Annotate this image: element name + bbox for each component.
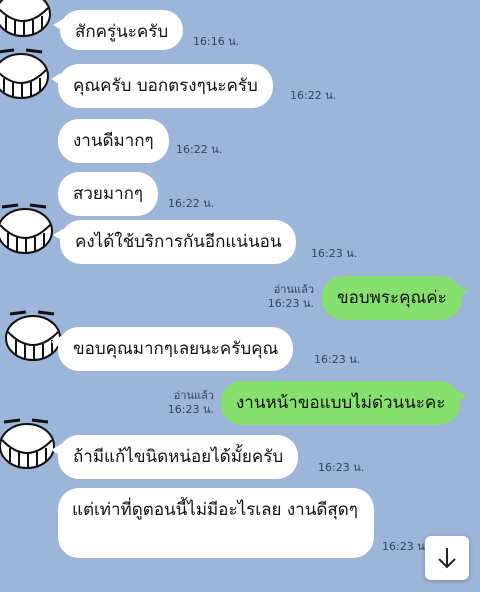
message-bubble[interactable]: คงได้ใช้บริการกันอีกแน่นอน [52, 220, 297, 264]
message-time: 16:23 น. [318, 461, 365, 474]
arrow-down-icon [438, 548, 456, 569]
message-bubble[interactable]: แต่เท่าที่ดูตอนนี้ไม่มีอะไรเลย งานดีสุดๆ [58, 488, 374, 558]
chat-area[interactable]: สักครู่นะครับ 16:16 น. คุณครับ บอกตรงๆนะ… [0, 0, 480, 592]
message-time: 16:22 น. [168, 197, 215, 210]
message-text: ขอบพระคุณค่ะ [337, 288, 447, 308]
avatar[interactable] [0, 0, 52, 38]
message-time: 16:22 น. [176, 143, 223, 156]
message-text: ขอบคุณมากๆเลยนะครับคุณ [73, 339, 279, 359]
scroll-to-bottom-button[interactable] [425, 536, 469, 580]
message-bubble[interactable]: สวยมากๆ [58, 172, 159, 216]
message-text: ถ้ามีแก้ไขนิดหน่อยได้มั้ยครับ [73, 447, 284, 467]
message-bubble[interactable]: งานดีมากๆ [58, 119, 169, 163]
avatar[interactable] [0, 418, 56, 470]
message-bubble[interactable]: สักครู่นะครับ [52, 10, 184, 50]
message-bubble[interactable]: ขอบพระคุณค่ะ [322, 276, 469, 320]
read-receipt: อ่านแล้ว 16:23 น. [260, 283, 314, 311]
message-text: งานหน้าขอแบบไม่ด่วนนะคะ [236, 393, 446, 413]
message-time: 16:23 น. [267, 297, 314, 310]
message-text: แต่เท่าที่ดูตอนนี้ไม่มีอะไรเลย งานดีสุดๆ [72, 500, 358, 520]
message-time: 16:16 น. [193, 35, 240, 48]
message-text: สักครู่นะครับ [75, 22, 169, 42]
read-receipt: อ่านแล้ว 16:23 น. [160, 389, 214, 417]
message-text: คงได้ใช้บริการกันอีกแน่นอน [75, 232, 282, 252]
message-time: 16:23 น. [167, 403, 214, 416]
read-label: อ่านแล้ว [273, 283, 314, 296]
read-label: อ่านแล้ว [173, 389, 214, 402]
message-bubble[interactable]: คุณครับ บอกตรงๆนะครับ [51, 64, 273, 108]
message-bubble[interactable]: ขอบคุณมากๆเลยนะครับคุณ [50, 327, 294, 371]
avatar[interactable] [0, 203, 54, 255]
message-time: 16:23 น. [311, 247, 358, 260]
message-time: 16:23 น. [382, 540, 429, 553]
message-bubble[interactable]: ถ้ามีแก้ไขนิดหน่อยได้มั้ยครับ [50, 435, 299, 479]
message-text: งานดีมากๆ [73, 131, 154, 151]
message-text: คุณครับ บอกตรงๆนะครับ [73, 76, 258, 96]
message-time: 16:22 น. [290, 89, 337, 102]
message-bubble[interactable]: งานหน้าขอแบบไม่ด่วนนะคะ [221, 381, 468, 425]
message-text: สวยมากๆ [73, 184, 144, 204]
message-time: 16:23 น. [314, 353, 361, 366]
avatar[interactable] [0, 48, 50, 100]
